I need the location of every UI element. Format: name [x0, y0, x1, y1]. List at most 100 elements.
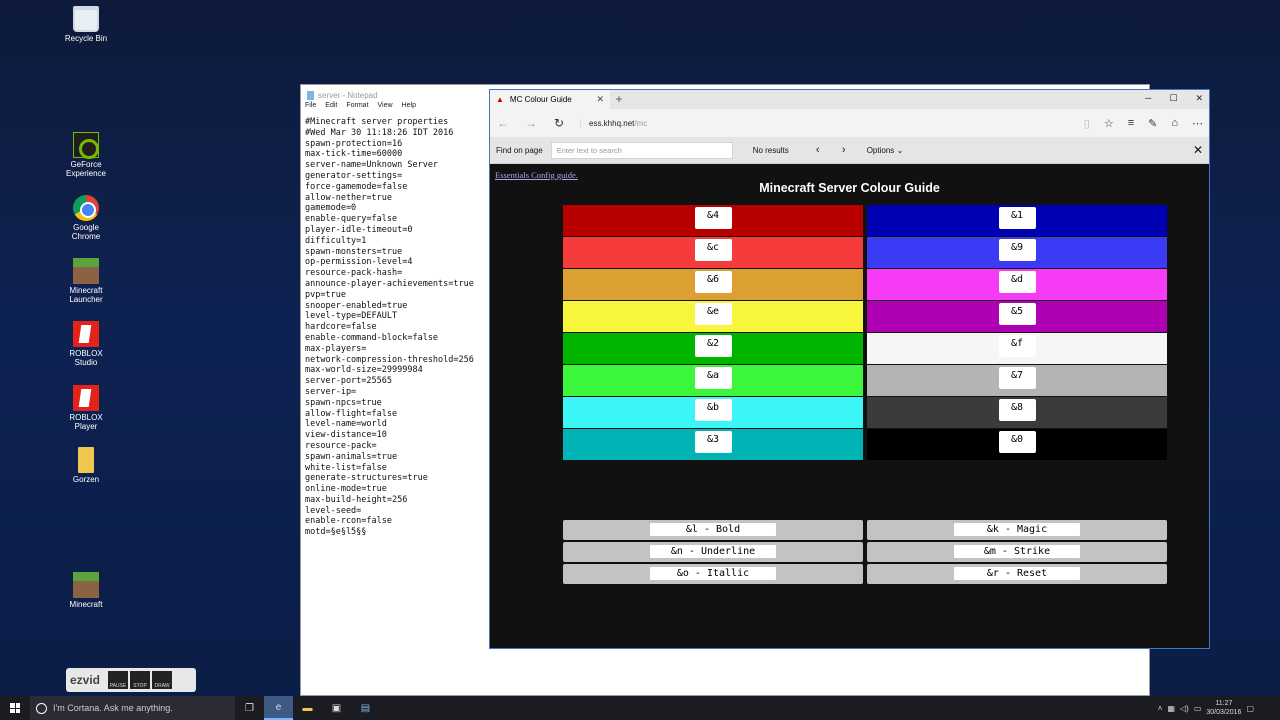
stop-button[interactable]: STOP: [130, 671, 151, 689]
tab-mc-colour-guide[interactable]: ▲ MC Colour Guide ✕: [490, 90, 610, 109]
colour-code: &a: [694, 367, 732, 389]
toolbar-right: ▯ ☆ ≡ ✎ ⌂ ⋯: [1084, 117, 1203, 130]
recycle-bin-icon: [73, 6, 99, 32]
menu-edit[interactable]: Edit: [325, 102, 337, 114]
taskbar: I'm Cortana. Ask me anything. ❐ e ▬ ▣ ▤ …: [0, 696, 1280, 720]
colour-cell: &1: [867, 205, 1167, 236]
colour-code: &c: [694, 239, 732, 261]
desktop-icon-minecraft[interactable]: Minecraft: [62, 572, 110, 609]
colour-cell: &0: [867, 429, 1167, 460]
system-tray: ˄ ▦ ◁) ▭ 11:27 30/03/2016 ▢: [1158, 699, 1280, 717]
colour-cell: &6: [563, 269, 863, 300]
close-tab-icon[interactable]: ✕: [596, 94, 604, 105]
format-code: &o - Itallic: [650, 567, 776, 580]
desktop-icon-roblox-studio[interactable]: ROBLOX Studio: [62, 321, 110, 367]
colour-code: &5: [998, 303, 1036, 325]
cortana-icon: [36, 702, 47, 714]
desktop-icon-geforce[interactable]: GeForce Experience: [62, 132, 110, 178]
clock[interactable]: 11:27 30/03/2016: [1206, 699, 1241, 717]
format-code: &r - Reset: [954, 567, 1080, 580]
ezvid-recorder-widget: ezvid PAUSE STOP DRAW: [66, 668, 196, 692]
taskbar-notepad-icon[interactable]: ▤: [351, 696, 380, 720]
favicon-icon: ▲: [496, 95, 504, 104]
desktop-icon-label: Minecraft Launcher: [69, 286, 103, 304]
essentials-config-link[interactable]: Essentials Config guide.: [495, 170, 578, 180]
format-code: &k - Magic: [954, 523, 1080, 536]
refresh-icon[interactable]: ↻: [552, 116, 566, 130]
desktop-icon-chrome[interactable]: Google Chrome: [62, 195, 110, 241]
find-input[interactable]: Enter text to search: [550, 141, 733, 159]
task-view-icon[interactable]: ❐: [235, 696, 264, 720]
share-icon[interactable]: ⌂: [1171, 117, 1178, 130]
pause-button[interactable]: PAUSE: [108, 671, 129, 689]
url-path: /mc: [634, 118, 648, 128]
roblox-studio-icon: [73, 321, 99, 347]
hub-icon[interactable]: ≡: [1128, 117, 1134, 130]
desktop-icon-roblox-player[interactable]: ROBLOX Player: [62, 385, 110, 431]
find-bar: Find on page Enter text to search No res…: [490, 137, 1209, 164]
reading-view-icon[interactable]: ▯: [1084, 117, 1090, 130]
find-previous-icon[interactable]: ‹: [809, 144, 827, 156]
format-cell: &m - Strike: [867, 542, 1167, 562]
colour-cell: &4: [563, 205, 863, 236]
desktop-icon-label: GeForce Experience: [65, 160, 107, 178]
colour-code: &d: [998, 271, 1036, 293]
format-code: &l - Bold: [650, 523, 776, 536]
address-bar[interactable]: ess.khhq.net/mc: [580, 118, 1070, 128]
find-results: No results: [752, 145, 789, 155]
keyboard-icon[interactable]: ▭: [1194, 704, 1202, 713]
maximize-icon[interactable]: ☐: [1169, 93, 1177, 104]
menu-format[interactable]: Format: [346, 102, 368, 114]
cortana-search-box[interactable]: I'm Cortana. Ask me anything.: [30, 696, 235, 720]
draw-button[interactable]: DRAW: [152, 671, 173, 689]
volume-icon[interactable]: ◁): [1180, 704, 1189, 713]
desktop-icon-label: ROBLOX Studio: [69, 349, 103, 367]
close-find-icon[interactable]: ✕: [1193, 143, 1203, 157]
taskbar-store-icon[interactable]: ▣: [322, 696, 351, 720]
menu-view[interactable]: View: [378, 102, 393, 114]
back-icon[interactable]: ←: [496, 116, 510, 130]
find-options-dropdown[interactable]: Options ⌄: [867, 146, 904, 155]
desktop-icon-recycle-bin[interactable]: Recycle Bin: [62, 6, 110, 43]
colour-code: &8: [998, 399, 1036, 421]
minimize-icon[interactable]: ─: [1145, 93, 1151, 104]
taskbar-edge-icon[interactable]: e: [264, 696, 293, 720]
forward-icon[interactable]: →: [524, 116, 538, 130]
more-icon[interactable]: ⋯: [1192, 117, 1203, 130]
ezvid-logo: ezvid: [70, 673, 101, 687]
start-button[interactable]: [0, 703, 30, 713]
network-icon[interactable]: ▦: [1167, 704, 1175, 713]
colour-code: &3: [694, 431, 732, 453]
colour-cell: &3: [563, 429, 863, 460]
minecraft-icon: [73, 572, 99, 598]
taskbar-file-explorer-icon[interactable]: ▬: [293, 696, 322, 720]
desktop-icon-gorzen[interactable]: Gorzen: [62, 447, 110, 484]
roblox-player-icon: [73, 385, 99, 411]
new-tab-button[interactable]: +: [610, 90, 628, 109]
find-next-icon[interactable]: ›: [835, 144, 853, 156]
colour-cell: &f: [867, 333, 1167, 364]
colour-cell: &e: [563, 301, 863, 332]
colour-cell: &c: [563, 237, 863, 268]
colour-cell: &5: [867, 301, 1167, 332]
close-window-icon[interactable]: ✕: [1195, 93, 1203, 104]
cortana-placeholder: I'm Cortana. Ask me anything.: [53, 703, 173, 713]
desktop-icon-minecraft-launcher[interactable]: Minecraft Launcher: [62, 258, 110, 304]
format-cell: &k - Magic: [867, 520, 1167, 540]
action-center-icon[interactable]: ▢: [1246, 704, 1254, 713]
web-note-icon[interactable]: ✎: [1148, 117, 1157, 130]
folder-icon: [78, 447, 94, 473]
notepad-icon: [307, 91, 314, 100]
format-cell: &o - Itallic: [563, 564, 863, 584]
colour-code: &1: [998, 207, 1036, 229]
tray-up-arrow-icon[interactable]: ˄: [1158, 704, 1163, 713]
menu-file[interactable]: File: [305, 102, 316, 114]
format-code: &m - Strike: [954, 545, 1080, 558]
colour-code: &e: [694, 303, 732, 325]
colour-code: &6: [694, 271, 732, 293]
colour-grid: &4 &1 &c &9 &6 &d &e &5 &2 &f &a &7 &b &…: [563, 205, 1168, 460]
chrome-icon: [73, 195, 99, 221]
menu-help[interactable]: Help: [402, 102, 416, 114]
colour-code: &9: [998, 239, 1036, 261]
favorite-star-icon[interactable]: ☆: [1104, 117, 1114, 130]
